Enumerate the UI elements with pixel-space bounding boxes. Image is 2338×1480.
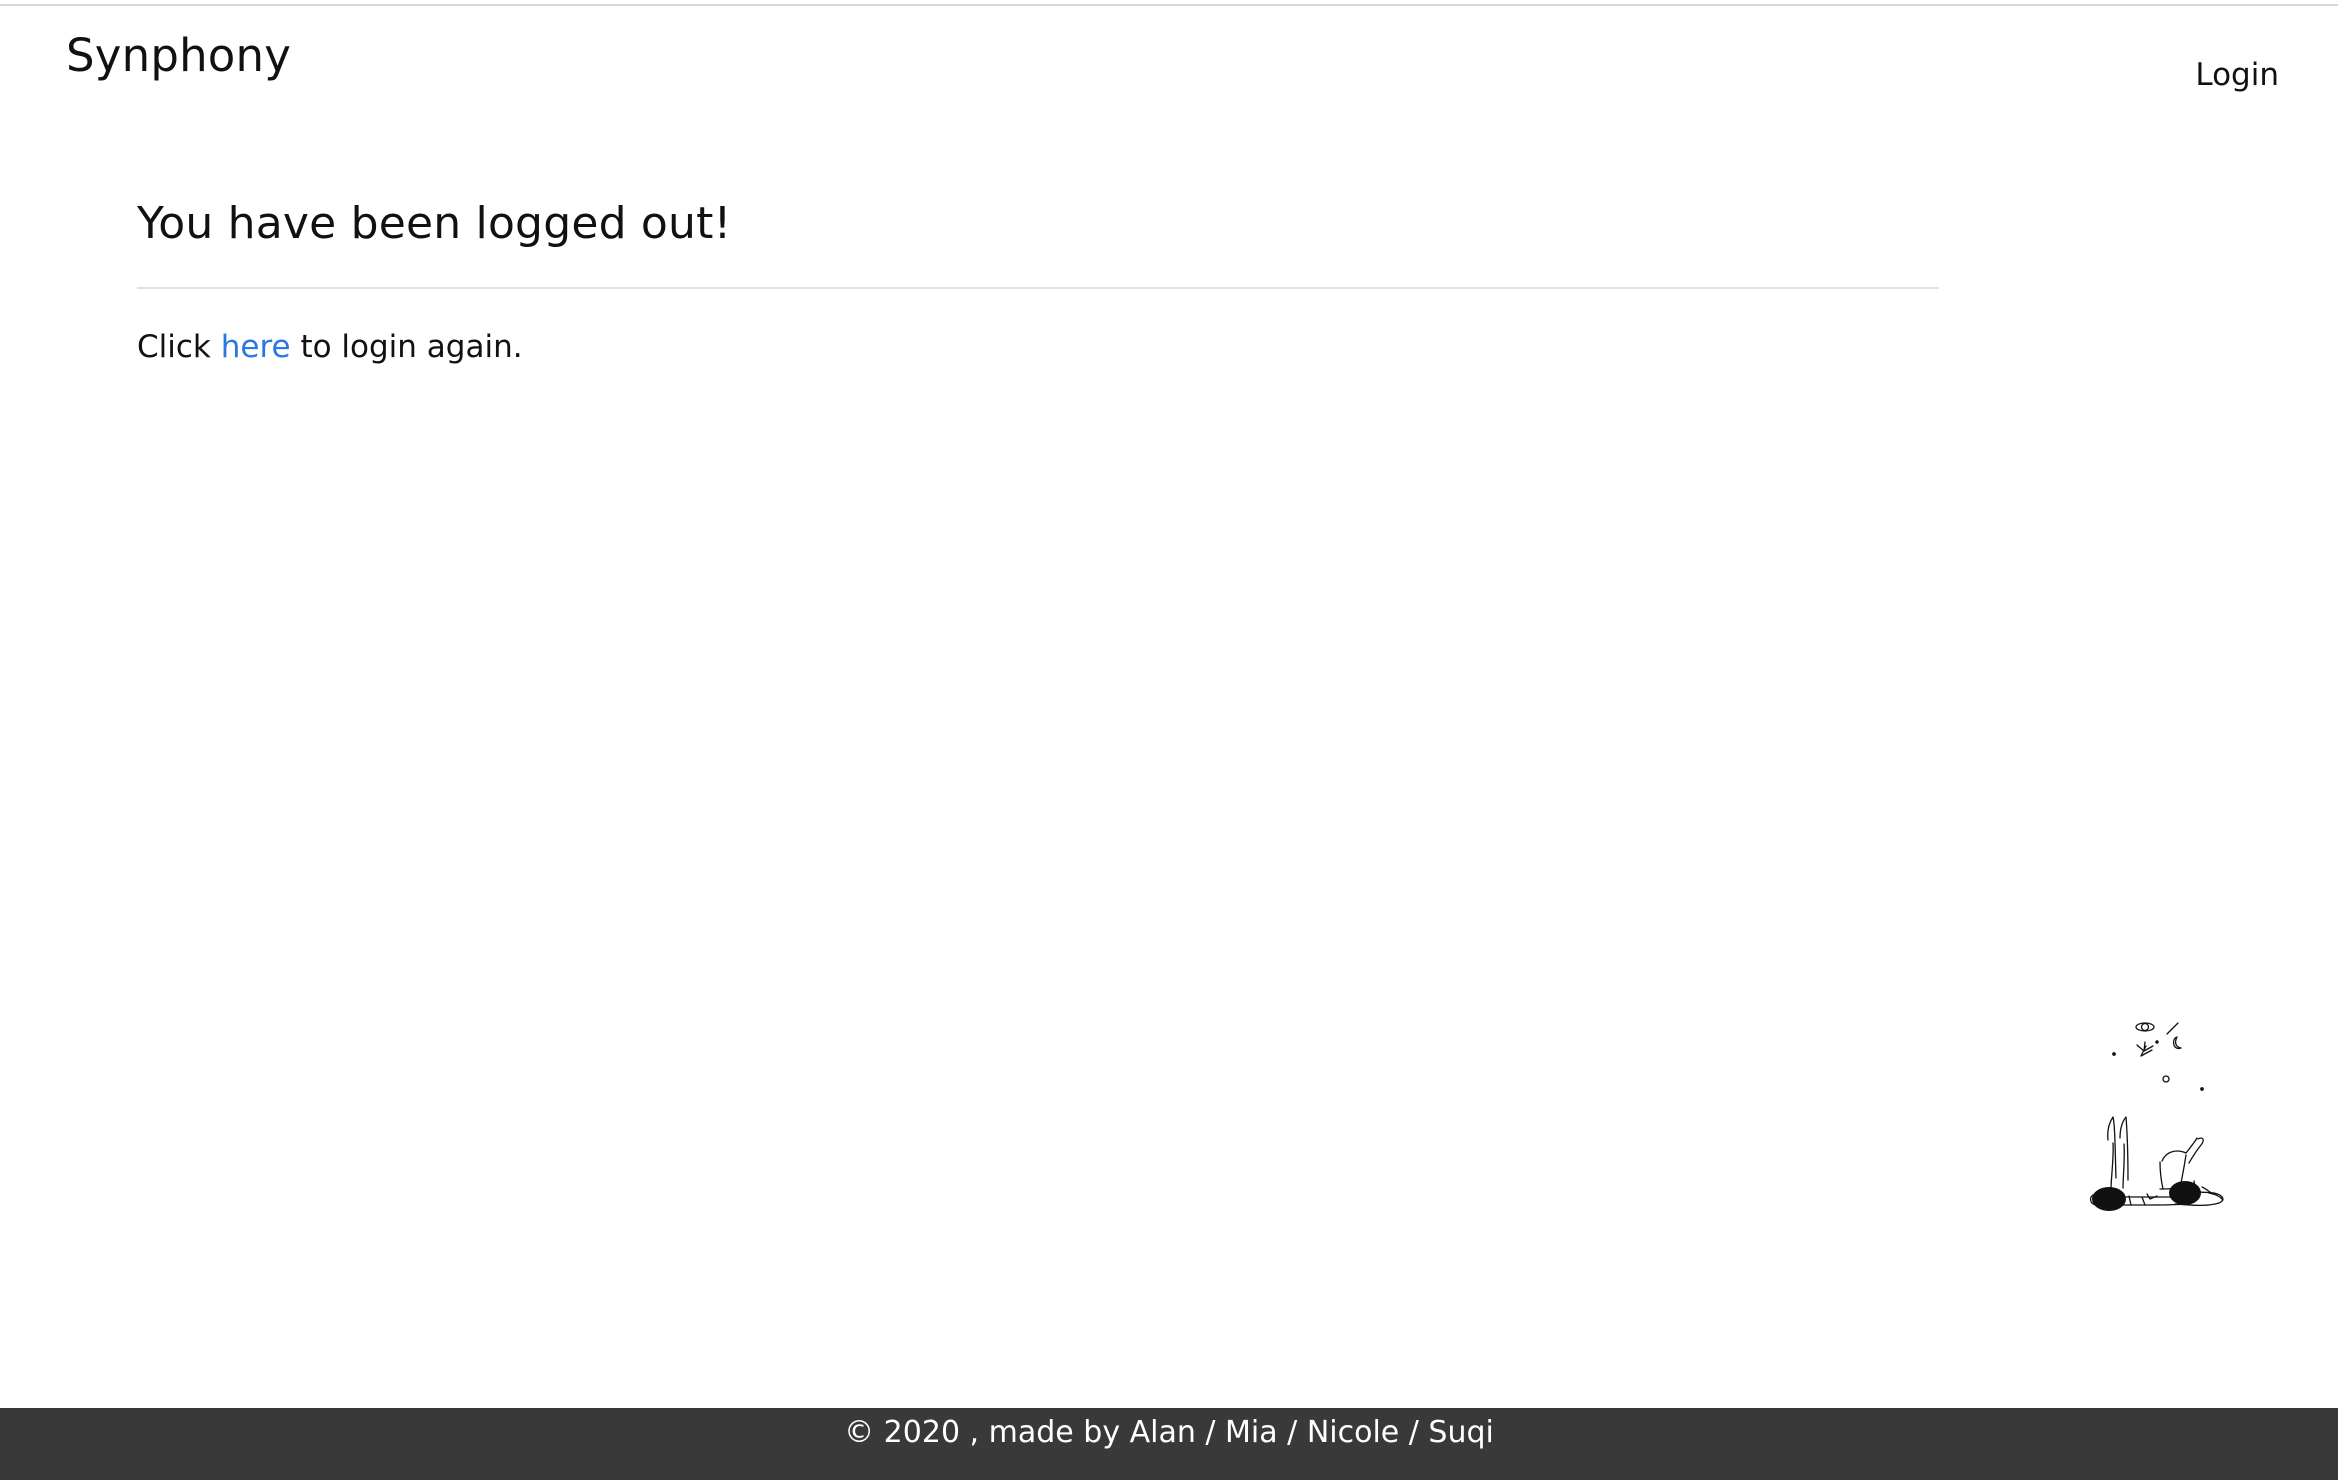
brand-link[interactable]: Synphony — [66, 26, 291, 86]
login-again-message: Click here to login again. — [137, 326, 1939, 368]
message-suffix: to login again. — [300, 329, 523, 365]
nav-login-link[interactable]: Login — [2195, 54, 2279, 96]
main-content: You have been logged out! Click here to … — [137, 190, 1939, 399]
content-divider — [137, 287, 1939, 289]
message-prefix: Click — [137, 329, 211, 365]
page-title: You have been logged out! — [137, 198, 732, 249]
login-again-link[interactable]: here — [221, 329, 291, 365]
copyright-text: © 2020 , made by Alan / Mia / Nicole / S… — [844, 1415, 1494, 1450]
site-footer: © 2020 , made by Alan / Mia / Nicole / S… — [0, 1408, 2338, 1480]
stargazing-people-illustration — [2089, 1022, 2224, 1211]
top-divider — [0, 4, 2338, 6]
logout-page: Synphony Login You have been logged out!… — [0, 0, 2338, 1480]
